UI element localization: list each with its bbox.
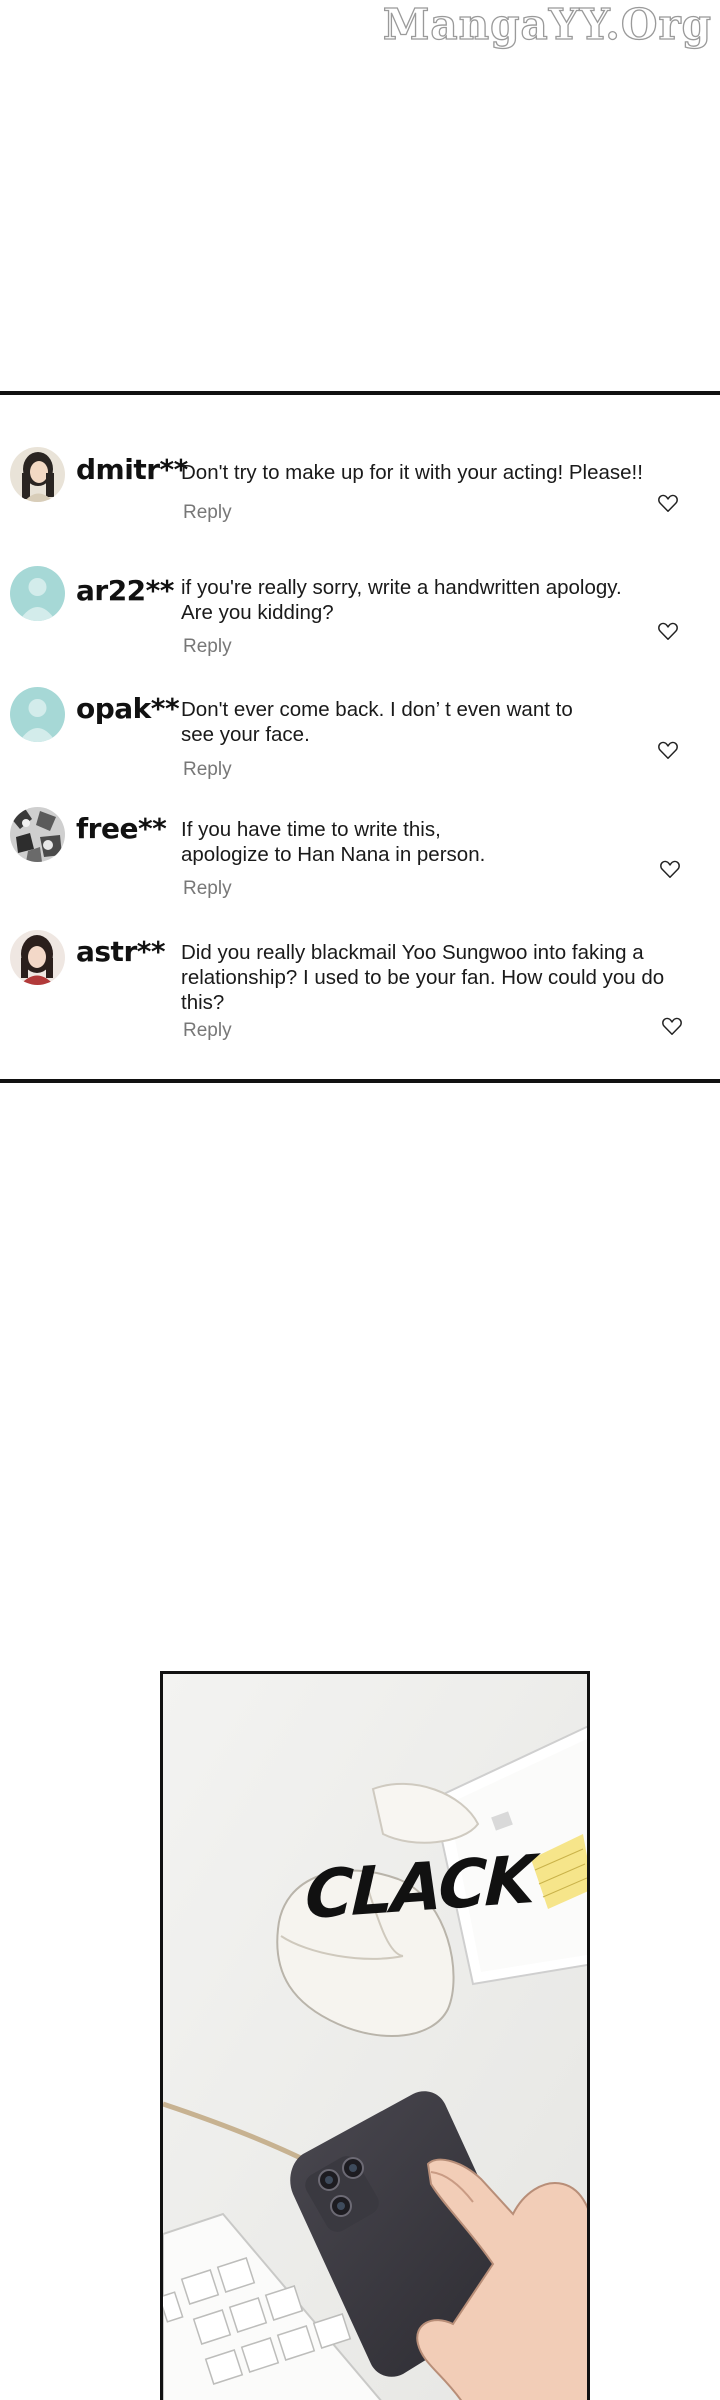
username[interactable]: ar22** bbox=[76, 574, 174, 607]
heart-icon[interactable] bbox=[657, 739, 679, 761]
heart-icon[interactable] bbox=[657, 492, 679, 514]
comment-text: Did you really blackmail Yoo Sungwoo int… bbox=[181, 941, 665, 1014]
username[interactable]: free** bbox=[76, 812, 167, 845]
desk-illustration bbox=[163, 1674, 587, 2400]
manga-panel: CLACK bbox=[160, 1671, 590, 2400]
user-avatar[interactable] bbox=[10, 807, 65, 862]
username[interactable]: astr** bbox=[76, 935, 166, 968]
reply-button[interactable]: Reply bbox=[183, 878, 232, 900]
heart-icon[interactable] bbox=[657, 620, 679, 642]
comment-list: dmitr** Don't try to make up for it with… bbox=[0, 391, 720, 1083]
user-avatar[interactable] bbox=[10, 566, 65, 621]
reply-button[interactable]: Reply bbox=[183, 502, 232, 524]
comment-text: If you have time to write this, apologiz… bbox=[181, 818, 486, 866]
heart-icon[interactable] bbox=[659, 858, 681, 880]
user-avatar[interactable] bbox=[10, 447, 65, 502]
reply-button[interactable]: Reply bbox=[183, 636, 232, 658]
comment-text: if you're really sorry, write a handwrit… bbox=[181, 576, 622, 624]
user-avatar[interactable] bbox=[10, 930, 65, 985]
comment-text: Don't ever come back. I don’ t even want… bbox=[181, 698, 573, 746]
username[interactable]: opak** bbox=[76, 692, 180, 725]
reply-button[interactable]: Reply bbox=[183, 759, 232, 781]
username[interactable]: dmitr** bbox=[76, 453, 188, 486]
user-avatar[interactable] bbox=[10, 687, 65, 742]
reply-button[interactable]: Reply bbox=[183, 1020, 232, 1042]
site-watermark: MangaYY.Org bbox=[382, 0, 712, 50]
heart-icon[interactable] bbox=[661, 1015, 683, 1037]
comment-text: Don't try to make up for it with your ac… bbox=[181, 461, 643, 484]
sound-effect-text: CLACK bbox=[303, 1840, 536, 1935]
